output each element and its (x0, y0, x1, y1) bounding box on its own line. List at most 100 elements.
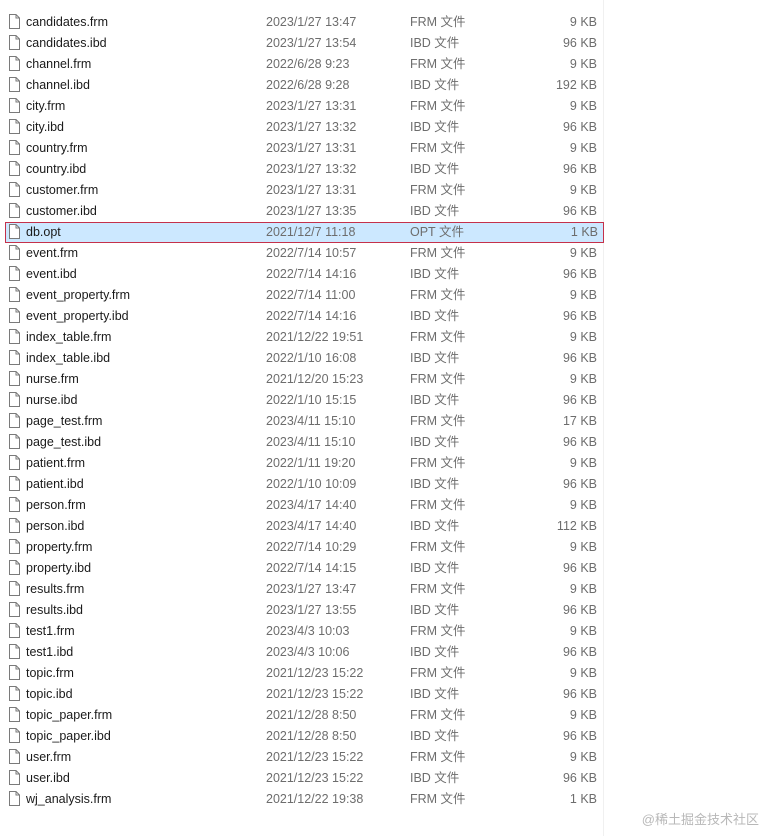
file-name: patient.frm (26, 456, 86, 470)
file-list: candidates.frm 2023/1/27 13:47 FRM 文件 9 KB c… (0, 12, 767, 810)
file-type: FRM 文件 (410, 246, 466, 260)
file-row[interactable]: channel.ibd 2022/6/28 9:28 IBD 文件 192 KB (0, 75, 767, 96)
file-icon (9, 182, 20, 197)
file-row[interactable]: topic.ibd 2021/12/23 15:22 IBD 文件 96 KB (0, 684, 767, 705)
file-icon (9, 161, 20, 176)
file-modified-date: 2021/12/7 11:18 (266, 225, 356, 239)
file-modified-date: 2021/12/23 15:22 (266, 687, 364, 701)
file-modified-date: 2023/1/27 13:32 (266, 162, 357, 176)
file-row[interactable]: topic_paper.frm 2021/12/28 8:50 FRM 文件 9 KB (0, 705, 767, 726)
file-size: 9 KB (569, 708, 597, 722)
file-row[interactable]: event.ibd 2022/7/14 14:16 IBD 文件 96 KB (0, 264, 767, 285)
file-name: property.frm (26, 540, 93, 554)
file-name: index_table.ibd (26, 351, 111, 365)
file-row[interactable]: index_table.frm 2021/12/22 19:51 FRM 文件 9 K… (0, 327, 767, 348)
file-size: 96 KB (562, 162, 597, 176)
file-modified-date: 2023/1/27 13:35 (266, 204, 357, 218)
file-row[interactable]: event_property.frm 2022/7/14 11:00 FRM 文件 9… (0, 285, 767, 306)
file-name: topic.ibd (26, 687, 73, 701)
file-modified-date: 2021/12/28 8:50 (266, 708, 357, 722)
file-type: OPT 文件 (410, 225, 464, 239)
file-size: 1 KB (570, 225, 598, 239)
file-name: candidates.frm (26, 15, 108, 29)
file-row[interactable]: topic_paper.ibd 2021/12/28 8:50 IBD 文件 96 K… (0, 726, 767, 747)
file-name: user.ibd (26, 771, 70, 785)
file-row[interactable]: page_test.ibd 2023/4/11 15:10 IBD 文件 96 KB (0, 432, 767, 453)
file-row[interactable]: event_property.ibd 2022/7/14 14:16 IBD 文件 9… (0, 306, 767, 327)
file-row[interactable]: candidates.frm 2023/1/27 13:47 FRM 文件 9 KB (0, 12, 767, 33)
file-row[interactable]: db.opt 2021/12/7 11:18 OPT 文件 1 KB (5, 222, 604, 243)
file-type: FRM 文件 (410, 414, 466, 428)
file-size: 9 KB (569, 183, 597, 197)
file-icon (9, 686, 20, 701)
file-type: FRM 文件 (410, 498, 466, 512)
file-row[interactable]: country.ibd 2023/1/27 13:32 IBD 文件 96 KB (0, 159, 767, 180)
file-row[interactable]: channel.frm 2022/6/28 9:23 FRM 文件 9 KB (0, 54, 767, 75)
file-row[interactable]: city.ibd 2023/1/27 13:32 IBD 文件 96 KB (0, 117, 767, 138)
file-type: IBD 文件 (410, 771, 460, 785)
file-name: topic.frm (26, 666, 74, 680)
file-icon (9, 413, 20, 428)
file-type: FRM 文件 (410, 288, 466, 302)
file-size: 96 KB (562, 393, 597, 407)
file-size: 9 KB (569, 330, 597, 344)
file-row[interactable]: page_test.frm 2023/4/11 15:10 FRM 文件 17 KB (0, 411, 767, 432)
file-row[interactable]: property.ibd 2022/7/14 14:15 IBD 文件 96 KB (0, 558, 767, 579)
file-row[interactable]: person.ibd 2023/4/17 14:40 IBD 文件 112 KB (0, 516, 767, 537)
file-row[interactable]: test1.ibd 2023/4/3 10:06 IBD 文件 96 KB (0, 642, 767, 663)
file-row[interactable]: user.frm 2021/12/23 15:22 FRM 文件 9 KB (0, 747, 767, 768)
file-row[interactable]: customer.frm 2023/1/27 13:31 FRM 文件 9 KB (0, 180, 767, 201)
file-row[interactable]: user.ibd 2021/12/23 15:22 IBD 文件 96 KB (0, 768, 767, 789)
file-modified-date: 2022/7/14 10:57 (266, 246, 357, 260)
file-modified-date: 2022/7/14 14:15 (266, 561, 357, 575)
file-icon (9, 371, 20, 386)
file-modified-date: 2023/4/3 10:03 (266, 624, 350, 638)
file-size: 96 KB (562, 351, 597, 365)
file-size: 96 KB (562, 477, 597, 491)
file-row[interactable]: property.frm 2022/7/14 10:29 FRM 文件 9 KB (0, 537, 767, 558)
file-row[interactable]: wj_analysis.frm 2021/12/22 19:38 FRM 文件 1 K… (0, 789, 767, 810)
file-size: 9 KB (569, 372, 597, 386)
file-icon (9, 770, 20, 785)
file-row[interactable]: country.frm 2023/1/27 13:31 FRM 文件 9 KB (0, 138, 767, 159)
file-icon (9, 455, 20, 470)
file-row[interactable]: candidates.ibd 2023/1/27 13:54 IBD 文件 96 KB (0, 33, 767, 54)
file-size: 9 KB (569, 666, 597, 680)
file-row[interactable]: patient.ibd 2022/1/10 10:09 IBD 文件 96 KB (0, 474, 767, 495)
file-row[interactable]: nurse.ibd 2022/1/10 15:15 IBD 文件 96 KB (0, 390, 767, 411)
file-type: IBD 文件 (410, 267, 460, 281)
file-size: 96 KB (562, 309, 597, 323)
file-row[interactable]: event.frm 2022/7/14 10:57 FRM 文件 9 KB (0, 243, 767, 264)
file-modified-date: 2022/6/28 9:28 (266, 78, 350, 92)
file-type: FRM 文件 (410, 15, 466, 29)
file-type: FRM 文件 (410, 99, 466, 113)
file-size: 17 KB (562, 414, 597, 428)
file-icon (9, 329, 20, 344)
file-type: FRM 文件 (410, 141, 466, 155)
file-row[interactable]: customer.ibd 2023/1/27 13:35 IBD 文件 96 KB (0, 201, 767, 222)
file-row[interactable]: city.frm 2023/1/27 13:31 FRM 文件 9 KB (0, 96, 767, 117)
file-modified-date: 2022/7/14 11:00 (266, 288, 356, 302)
file-row[interactable]: nurse.frm 2021/12/20 15:23 FRM 文件 9 KB (0, 369, 767, 390)
file-modified-date: 2023/4/3 10:06 (266, 645, 350, 659)
file-row[interactable]: index_table.ibd 2022/1/10 16:08 IBD 文件 96 K… (0, 348, 767, 369)
file-icon (9, 308, 20, 323)
file-row[interactable]: person.frm 2023/4/17 14:40 FRM 文件 9 KB (0, 495, 767, 516)
file-icon (9, 287, 20, 302)
file-type: FRM 文件 (410, 57, 466, 71)
file-size: 9 KB (569, 750, 597, 764)
file-row[interactable]: topic.frm 2021/12/23 15:22 FRM 文件 9 KB (0, 663, 767, 684)
file-icon (9, 14, 20, 29)
file-row[interactable]: test1.frm 2023/4/3 10:03 FRM 文件 9 KB (0, 621, 767, 642)
file-modified-date: 2022/7/14 14:16 (266, 309, 357, 323)
file-row[interactable]: results.frm 2023/1/27 13:47 FRM 文件 9 KB (0, 579, 767, 600)
file-size: 9 KB (569, 540, 597, 554)
file-row[interactable]: patient.frm 2022/1/11 19:20 FRM 文件 9 KB (0, 453, 767, 474)
file-size: 96 KB (562, 603, 597, 617)
file-icon (9, 56, 20, 71)
file-modified-date: 2022/1/10 15:15 (266, 393, 357, 407)
file-name: candidates.ibd (26, 36, 107, 50)
file-size: 96 KB (562, 771, 597, 785)
file-row[interactable]: results.ibd 2023/1/27 13:55 IBD 文件 96 KB (0, 600, 767, 621)
file-modified-date: 2021/12/20 15:23 (266, 372, 364, 386)
